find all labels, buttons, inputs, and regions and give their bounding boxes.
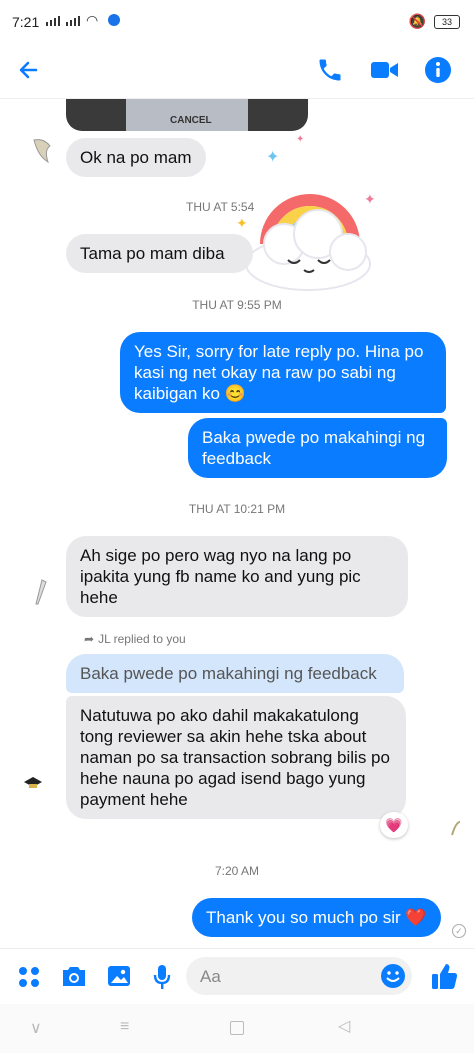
nav-down-icon[interactable]: ∨ [30, 1018, 42, 1038]
image-caption-text: CANCEL [170, 115, 212, 126]
feather-avatar-icon [33, 139, 51, 164]
back-arrow-icon[interactable] [16, 58, 40, 82]
reply-arrow-icon: ➦ [84, 632, 95, 646]
messenger-notification-icon [108, 14, 120, 26]
nav-back-icon[interactable]: ◁ [338, 1016, 350, 1036]
message-incoming[interactable]: Ah sige po pero wag nyo na lang po ipaki… [66, 536, 408, 617]
svg-text:✦: ✦ [296, 134, 304, 145]
message-input[interactable]: Aa [186, 957, 412, 995]
mute-icon: 🔕 [408, 13, 426, 29]
cap-avatar-icon [24, 777, 42, 788]
reply-label: JL replied to you [98, 632, 186, 646]
nav-home-icon[interactable] [230, 1021, 244, 1035]
microphone-icon[interactable] [152, 963, 172, 991]
avatar[interactable] [30, 576, 50, 606]
signal-icon-2 [66, 16, 80, 26]
signal-icon [46, 16, 60, 26]
info-icon[interactable] [424, 56, 452, 84]
rainbow-cloud-icon: ✦ ✦ ✦ ✦ [236, 134, 376, 291]
pen-avatar-icon [35, 579, 47, 605]
emoji-icon[interactable] [380, 963, 406, 989]
timestamp: THU AT 10:21 PM [188, 502, 286, 516]
seen-avatar [450, 820, 462, 836]
svg-text:✦: ✦ [236, 215, 248, 231]
nav-menu-icon[interactable]: ≡ [120, 1018, 129, 1036]
phone-icon[interactable] [316, 56, 344, 84]
video-icon[interactable] [370, 58, 400, 82]
reply-indicator: ➦ JL replied to you [84, 632, 186, 646]
reaction-heart-icon[interactable]: 💗 [380, 812, 408, 838]
timestamp: 7:20 AM [214, 864, 260, 878]
status-time: 7:21 [12, 14, 40, 30]
composer-bar: Aa [0, 948, 474, 1005]
svg-text:✦: ✦ [266, 149, 279, 166]
rainbow-sticker[interactable]: ✦ ✦ ✦ ✦ [236, 134, 382, 298]
system-nav-bar: ∨ ≡ ◁ [0, 1004, 474, 1053]
menu-dots-icon[interactable] [18, 966, 40, 988]
thumbs-up-icon[interactable] [430, 961, 458, 991]
avatar[interactable] [22, 772, 44, 794]
quoted-message[interactable]: Baka pwede po makahingi ng feedback [66, 654, 404, 693]
message-input-placeholder: Aa [200, 967, 221, 986]
wifi-icon: ◠ [86, 12, 99, 28]
status-bar: 7:21 ◠ 🔕 33 [0, 0, 474, 44]
message-incoming[interactable]: Ok na po mam [66, 138, 206, 177]
seen-avatar-icon [451, 821, 461, 836]
message-incoming[interactable]: Natutuwa po ako dahil makakatulong tong … [66, 696, 406, 819]
message-outgoing[interactable]: Thank you so much po sir ❤️ [192, 898, 441, 937]
sent-check-icon: ✓ [452, 924, 466, 938]
camera-icon[interactable] [60, 964, 88, 988]
chat-header [0, 44, 474, 99]
message-outgoing[interactable]: Yes Sir, sorry for late reply po. Hina p… [120, 332, 446, 413]
svg-text:✦: ✦ [364, 191, 376, 207]
message-incoming[interactable]: Tama po mam diba [66, 234, 253, 273]
shared-image[interactable]: CANCEL [66, 99, 308, 131]
timestamp: THU AT 9:55 PM [192, 298, 282, 312]
avatar[interactable] [30, 136, 54, 166]
message-outgoing[interactable]: Baka pwede po makahingi ng feedback [188, 418, 447, 478]
battery-icon: 33 [434, 15, 460, 29]
gallery-icon[interactable] [106, 964, 132, 988]
